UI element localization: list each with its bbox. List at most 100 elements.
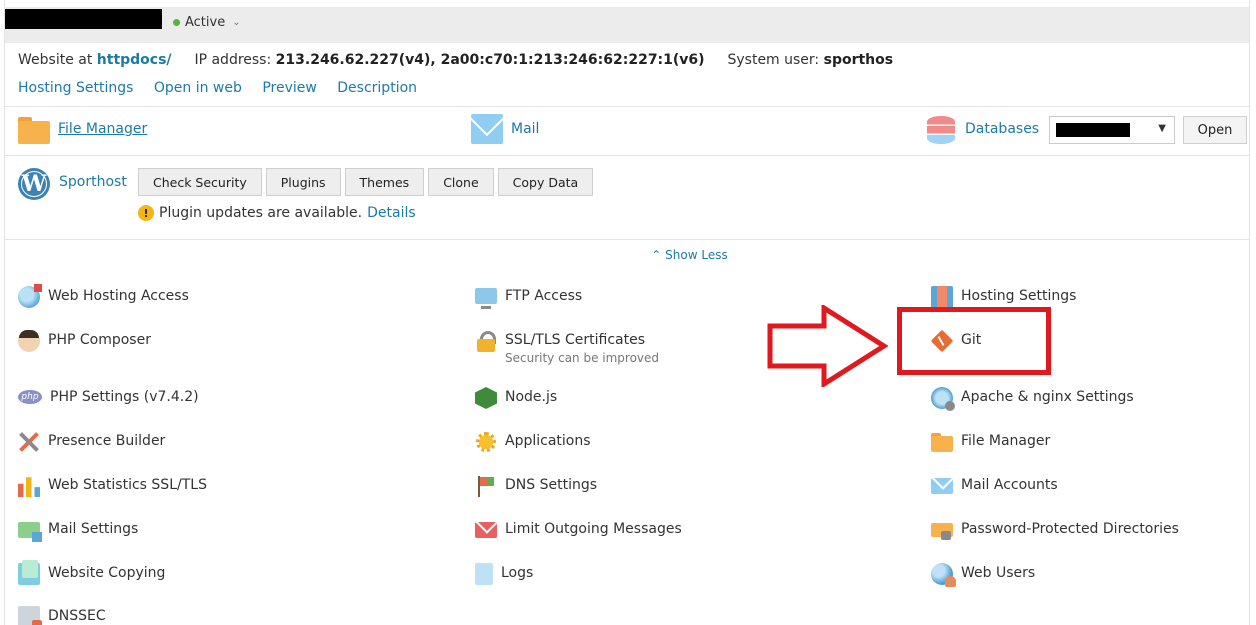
mail-icon — [931, 478, 953, 494]
ip-value: 213.246.62.227(v4), 2a00:c70:1:213:246:6… — [275, 52, 705, 68]
tool-hosting-settings[interactable]: Hosting Settings — [931, 286, 1076, 308]
open-in-web-link[interactable]: Open in web — [154, 80, 242, 96]
databases-link[interactable]: Databases — [965, 121, 1039, 137]
tool-label: DNS Settings — [505, 477, 598, 493]
tool-label: Website Copying — [48, 565, 166, 581]
tool-label: Apache & nginx Settings — [961, 389, 1134, 405]
tool-label: PHP Composer — [48, 332, 151, 348]
tool-label: DNSSEC — [48, 608, 106, 624]
folder-icon — [931, 431, 953, 453]
tool-mail-accounts[interactable]: Mail Accounts — [931, 475, 1058, 494]
wordpress-icon: W — [18, 168, 50, 200]
chevron-up-icon: ⌃ — [651, 248, 662, 262]
ip-label: IP address: — [194, 52, 272, 68]
tool-file-manager[interactable]: File Manager — [931, 431, 1050, 453]
annotation-highlight-box — [897, 307, 1051, 375]
status-label: Active — [185, 15, 226, 30]
show-less-label: Show Less — [665, 248, 728, 262]
copy-data-button[interactable]: Copy Data — [497, 168, 594, 196]
notice-text: Plugin updates are available. — [159, 205, 363, 221]
ftp-icon — [475, 288, 497, 309]
system-user-label: System user: — [727, 52, 820, 68]
open-database-button[interactable]: Open — [1183, 116, 1247, 144]
website-root-link[interactable]: httpdocs/ — [97, 52, 172, 68]
plugins-button[interactable]: Plugins — [265, 168, 341, 196]
tool-label: Password-Protected Directories — [961, 521, 1179, 537]
quick-databases[interactable]: Databases — [925, 114, 1039, 144]
tool-dnssec[interactable]: DNSSEC — [18, 606, 106, 625]
show-less-toggle[interactable]: ⌃ Show Less — [5, 248, 1249, 262]
tool-limit-outgoing[interactable]: Limit Outgoing Messages — [475, 519, 682, 538]
tool-php-settings[interactable]: php PHP Settings (v7.4.2) — [18, 387, 199, 405]
tool-label: Limit Outgoing Messages — [505, 521, 682, 537]
tool-label: PHP Settings (v7.4.2) — [50, 389, 199, 405]
tool-mail-settings[interactable]: Mail Settings — [18, 519, 139, 542]
mail-link[interactable]: Mail — [511, 121, 539, 137]
dropdown-arrow-icon: ▼ — [1158, 123, 1166, 134]
tool-php-composer[interactable]: PHP Composer — [18, 330, 151, 352]
mail-settings-icon — [18, 522, 42, 542]
tool-ssl-certificates[interactable]: SSL/TLS Certificates Security can be imp… — [475, 330, 659, 365]
status-dropdown[interactable]: Active ⌄ — [173, 15, 241, 30]
folder-lock-icon — [931, 519, 953, 541]
tools-icon — [18, 431, 40, 453]
preview-link[interactable]: Preview — [262, 80, 317, 96]
plugin-update-notice: ! Plugin updates are available. Details — [138, 205, 416, 221]
system-user-value: sporthos — [823, 52, 894, 68]
tool-label: Presence Builder — [48, 433, 166, 449]
tool-password-protected[interactable]: Password-Protected Directories — [931, 519, 1179, 541]
tool-label: Web Users — [961, 565, 1036, 581]
tool-ftp-access[interactable]: FTP Access — [475, 286, 583, 309]
tool-label: Node.js — [505, 389, 558, 405]
file-manager-link[interactable]: File Manager — [58, 121, 147, 137]
tool-website-copying[interactable]: Website Copying — [18, 560, 166, 585]
domain-info: Website at httpdocs/ IP address: 213.246… — [18, 52, 893, 68]
gear-icon — [475, 431, 497, 453]
hosting-settings-icon — [931, 286, 953, 308]
tool-label: FTP Access — [505, 288, 583, 304]
description-link[interactable]: Description — [337, 80, 417, 96]
divider — [5, 239, 1249, 240]
database-select[interactable]: ▼ — [1049, 116, 1175, 144]
divider — [5, 106, 1249, 107]
tool-web-hosting-access[interactable]: Web Hosting Access — [18, 284, 189, 308]
apache-icon — [931, 387, 955, 411]
details-link[interactable]: Details — [367, 205, 416, 221]
tool-web-users[interactable]: Web Users — [931, 563, 1036, 587]
tool-logs[interactable]: Logs — [475, 563, 533, 585]
tool-apache-nginx[interactable]: Apache & nginx Settings — [931, 387, 1134, 411]
tool-label: Mail Settings — [48, 521, 139, 537]
themes-button[interactable]: Themes — [344, 168, 425, 196]
flags-icon — [475, 475, 497, 497]
redacted-domain-name — [5, 9, 162, 29]
title-bar: Active ⌄ — [5, 7, 1249, 43]
web-users-icon — [931, 563, 956, 587]
tool-dns-settings[interactable]: DNS Settings — [475, 475, 597, 497]
lock-icon — [475, 330, 497, 352]
annotation-arrow — [767, 305, 888, 387]
composer-icon — [18, 330, 40, 352]
tool-web-statistics[interactable]: Web Statistics SSL/TLS — [18, 475, 207, 497]
divider — [5, 155, 1249, 156]
nodejs-icon — [475, 387, 497, 409]
tool-presence-builder[interactable]: Presence Builder — [18, 431, 165, 453]
clone-button[interactable]: Clone — [428, 168, 494, 196]
wordpress-site-link[interactable]: Sporthost — [59, 174, 127, 190]
website-at-label: Website at — [18, 52, 93, 68]
tool-applications[interactable]: Applications — [475, 431, 591, 453]
copy-icon — [18, 560, 40, 585]
ssl-label: SSL/TLS Certificates — [505, 332, 645, 348]
statistics-icon — [18, 477, 40, 497]
tool-label: SSL/TLS Certificates Security can be imp… — [505, 330, 659, 365]
tool-label: Applications — [505, 433, 591, 449]
tool-label: Web Hosting Access — [48, 288, 189, 304]
quick-file-manager[interactable]: File Manager — [18, 114, 147, 144]
hosting-settings-link[interactable]: Hosting Settings — [18, 80, 133, 96]
tool-label: File Manager — [961, 433, 1051, 449]
check-security-button[interactable]: Check Security — [138, 168, 262, 196]
dnssec-icon — [18, 606, 42, 625]
tool-nodejs[interactable]: Node.js — [475, 387, 557, 409]
status-dot-icon — [173, 19, 180, 26]
mail-icon — [471, 114, 503, 144]
quick-mail[interactable]: Mail — [471, 114, 539, 144]
